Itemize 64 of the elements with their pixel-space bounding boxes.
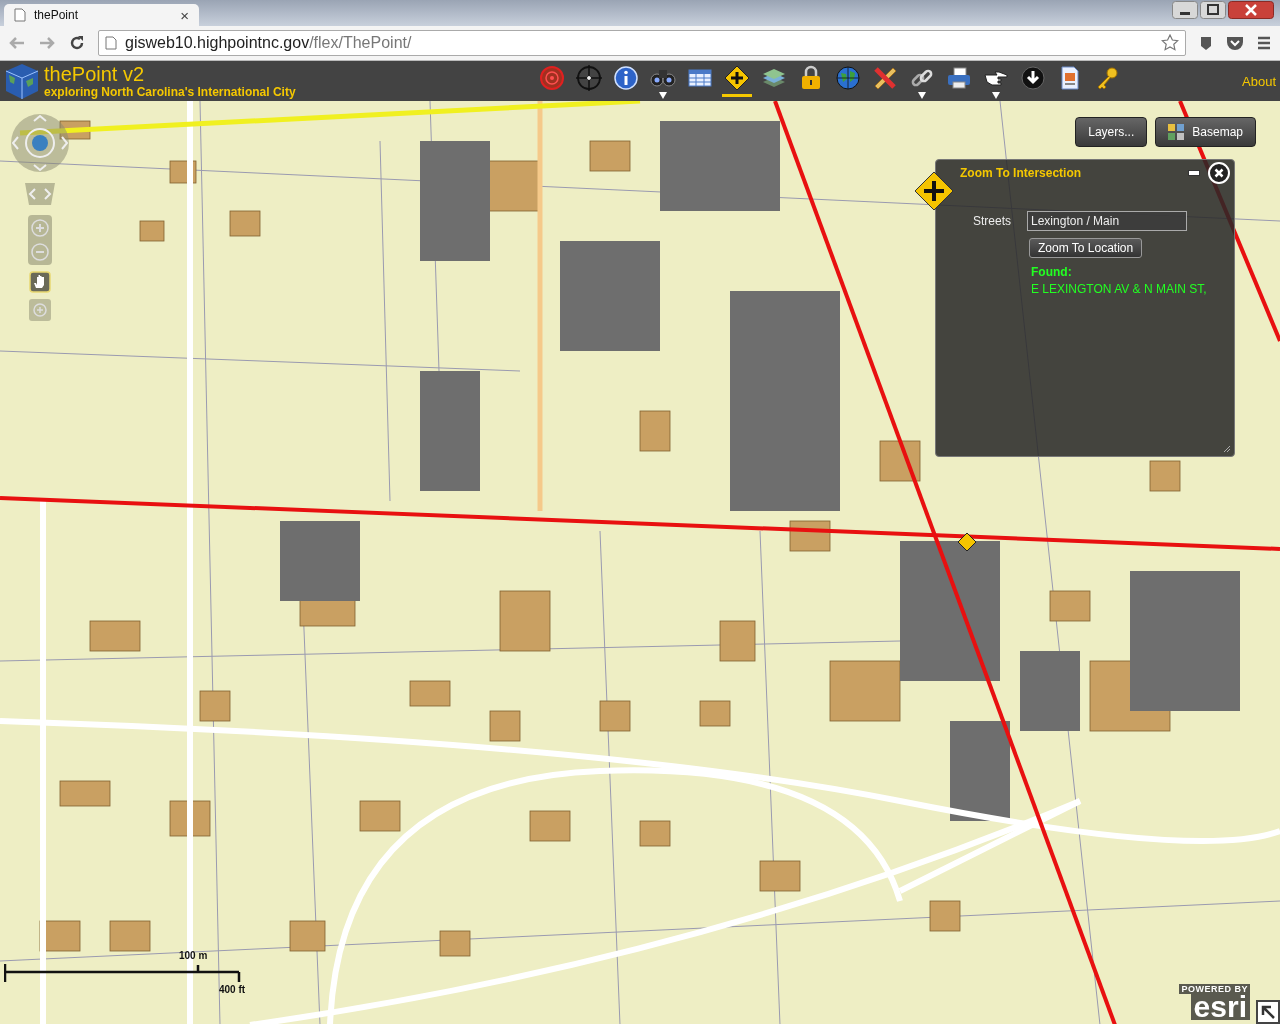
page-icon bbox=[14, 8, 26, 22]
close-tab-button[interactable]: × bbox=[180, 6, 189, 24]
building-footprint bbox=[59, 780, 111, 807]
overview-toggle-icon[interactable] bbox=[1256, 1000, 1280, 1024]
building-footprint bbox=[89, 620, 141, 652]
maximize-icon[interactable] bbox=[1200, 1, 1226, 19]
close-icon[interactable] bbox=[1228, 1, 1274, 19]
app-title: thePoint v2 bbox=[44, 63, 146, 85]
building-footprint bbox=[759, 860, 801, 892]
browser-tab[interactable]: thePoint × bbox=[4, 4, 199, 26]
building-footprint bbox=[599, 700, 631, 732]
reload-icon[interactable] bbox=[68, 34, 86, 52]
found-result: E LEXINGTON AV & N MAIN ST, bbox=[1031, 282, 1207, 296]
building-footprint bbox=[639, 820, 671, 847]
building-footprint bbox=[499, 590, 551, 652]
building-footprint bbox=[879, 440, 921, 482]
minimize-icon[interactable] bbox=[1188, 170, 1200, 176]
scale-label: 100 m bbox=[179, 950, 208, 961]
building-footprint bbox=[139, 220, 165, 242]
about-link[interactable]: About bbox=[1242, 73, 1276, 89]
resize-grip-icon[interactable] bbox=[1223, 445, 1231, 453]
intersection-sign-icon[interactable] bbox=[722, 63, 752, 97]
basemap-button[interactable]: Basemap bbox=[1155, 117, 1256, 147]
building-footprint bbox=[829, 660, 901, 722]
building-footprint bbox=[229, 210, 261, 237]
extension-icon[interactable] bbox=[1198, 35, 1214, 51]
building-footprint bbox=[289, 920, 326, 952]
grid-tiles-icon bbox=[1168, 124, 1185, 140]
panel-title: Zoom To Intersection bbox=[960, 166, 1083, 180]
page-icon bbox=[105, 36, 117, 50]
streets-input-field[interactable]: Lexington / Main bbox=[1027, 211, 1187, 231]
building-footprint bbox=[929, 900, 961, 932]
zoom-to-location-button[interactable]: Zoom To Location bbox=[1029, 238, 1143, 258]
esri-logo: esri bbox=[1190, 994, 1250, 1020]
building-footprint bbox=[639, 410, 671, 452]
layers-button[interactable]: Layers... bbox=[1075, 117, 1148, 147]
url-text: gisweb10.highpointnc.gov/flex/ThePoint/ bbox=[125, 34, 413, 52]
pocket-icon[interactable] bbox=[1226, 35, 1244, 51]
building-footprint bbox=[109, 920, 151, 952]
scale-label: 400 ft bbox=[219, 984, 246, 995]
pan-control-icon[interactable] bbox=[10, 113, 70, 173]
building-footprint bbox=[359, 800, 401, 832]
intersection-marker-icon bbox=[957, 532, 977, 552]
app-subtitle: exploring North Carolina's International City bbox=[44, 84, 297, 99]
minimize-icon[interactable] bbox=[1172, 1, 1198, 19]
menu-icon[interactable] bbox=[1256, 35, 1272, 51]
building-footprint bbox=[719, 620, 756, 662]
tab-title: thePoint bbox=[34, 8, 80, 22]
building-footprint bbox=[409, 680, 451, 707]
attribution-caption: POWERED BY bbox=[1179, 984, 1250, 994]
building-footprint bbox=[1049, 590, 1091, 622]
scale-bar-icon bbox=[4, 962, 242, 982]
pan-hand-icon[interactable] bbox=[29, 271, 51, 293]
building-footprint bbox=[199, 690, 231, 722]
found-label: Found: bbox=[1031, 265, 1072, 279]
building-footprint bbox=[489, 710, 521, 742]
building-footprint bbox=[529, 810, 571, 842]
building-footprint bbox=[589, 140, 631, 172]
building-footprint bbox=[1149, 460, 1181, 492]
building-footprint bbox=[439, 930, 471, 957]
building-footprint bbox=[699, 700, 731, 727]
address-field[interactable]: gisweb10.highpointnc.gov/flex/ThePoint/ bbox=[98, 30, 1186, 56]
field-label: Streets bbox=[973, 214, 1011, 228]
star-icon[interactable] bbox=[1161, 34, 1179, 52]
